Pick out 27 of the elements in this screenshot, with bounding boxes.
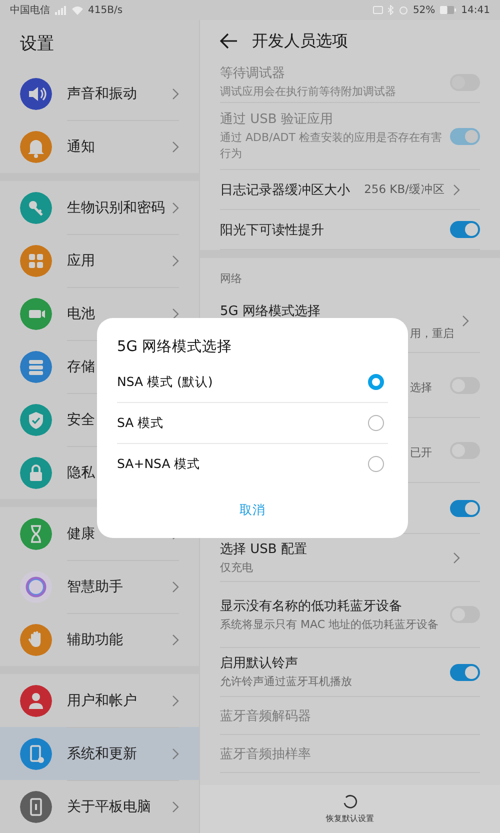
setting-title: 等待调试器 — [220, 65, 286, 82]
setting-title: 选择 USB 配置 — [220, 540, 308, 558]
setting-title: 显示没有名称的低功耗蓝牙设备 — [220, 598, 403, 615]
setting-description: 调试应用会在执行前等待附加调试器 — [220, 84, 397, 100]
carrier-name: 中国电信 — [10, 4, 50, 17]
clock-time: 14:41 — [461, 4, 490, 16]
setting-title: 启用默认铃声 — [220, 655, 299, 672]
setting-title: 日志记录器缓冲区大小 — [220, 182, 351, 198]
setting-title: 蓝牙音频解码器 — [220, 708, 312, 724]
setting-description: 已开 — [410, 446, 432, 458]
setting-description: 系统将显示只有 MAC 地址的低功耗蓝牙设备 — [220, 616, 440, 632]
setting-value: 256 KB/缓冲区 — [364, 182, 445, 197]
setting-title: 蓝牙音频抽样率 — [220, 746, 312, 762]
setting-description: 允许铃声通过蓝牙耳机播放 — [220, 674, 353, 690]
page-title: 开发人员选项 — [252, 30, 348, 52]
setting-title: 阳光下可读性提升 — [220, 222, 325, 238]
setting-description: 用，重启 — [410, 326, 454, 340]
network-speed: 415B/s — [88, 4, 123, 16]
setting-title: 5G 网络模式选择 — [220, 302, 322, 320]
battery-percent: 52% — [412, 4, 436, 16]
setting-title: 通过 USB 验证应用 — [220, 111, 334, 128]
sidebar-title: 设置 — [19, 33, 55, 56]
setting-description: 通过 ADB/ADT 检查安装的应用是否存在有害行为 — [220, 130, 442, 162]
dialog-title: 5G 网络模式选择 — [117, 338, 234, 356]
setting-description: 选择 — [410, 380, 432, 394]
section-header: 网络 — [220, 270, 242, 286]
setting-description: 仅充电 — [220, 560, 254, 576]
